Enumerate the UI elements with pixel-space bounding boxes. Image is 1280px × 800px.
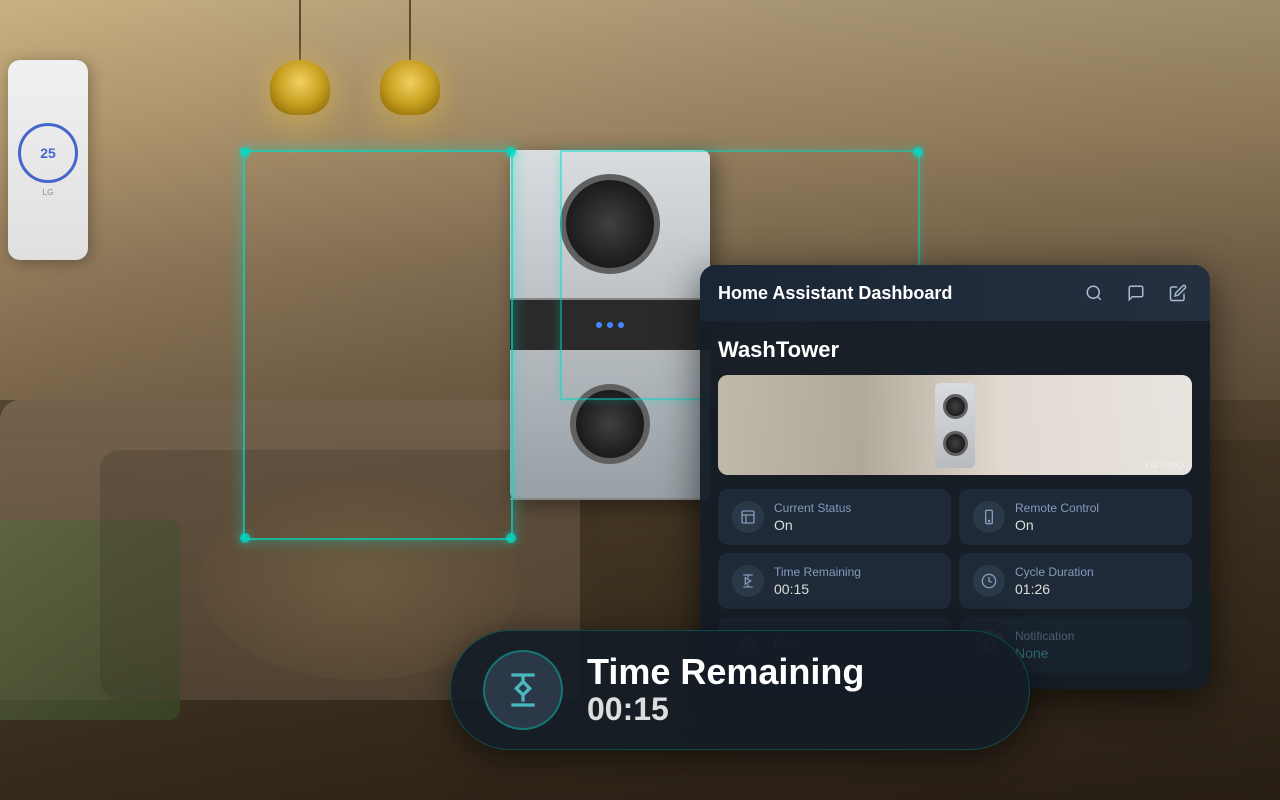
washer-bottom-unit xyxy=(510,350,710,500)
pendant-cord-right xyxy=(409,0,411,60)
cycle-duration-info: Cycle Duration 01:26 xyxy=(1015,565,1178,597)
notification-value: None xyxy=(1015,645,1178,661)
remote-control-icon xyxy=(973,501,1005,533)
current-status-info: Current Status On xyxy=(774,501,937,533)
time-remaining-icon xyxy=(732,565,764,597)
current-status-value: On xyxy=(774,517,937,533)
current-status-label: Current Status xyxy=(774,501,937,515)
time-remaining-popup[interactable]: Time Remaining 00:15 xyxy=(450,630,1030,750)
pendant-cord-left xyxy=(299,0,301,60)
ac-brand: LG xyxy=(43,188,54,197)
cycle-duration-label: Cycle Duration xyxy=(1015,565,1178,579)
washer-drum-bottom xyxy=(570,384,650,464)
remote-control-value: On xyxy=(1015,517,1178,533)
control-dot-1 xyxy=(596,322,602,328)
dashboard-title: Home Assistant Dashboard xyxy=(718,283,952,304)
washer-drum-top xyxy=(560,174,660,274)
pendant-shade-left xyxy=(270,60,330,115)
chat-icon[interactable] xyxy=(1122,279,1150,307)
washer-top-unit xyxy=(510,150,710,300)
time-remaining-value: 00:15 xyxy=(774,581,937,597)
lg-logo-badge: LG ThinQ xyxy=(1145,460,1184,470)
pendant-light-left xyxy=(270,0,330,120)
search-icon[interactable] xyxy=(1080,279,1108,307)
time-popup-title: Time Remaining xyxy=(587,652,997,692)
cycle-duration-value: 01:26 xyxy=(1015,581,1178,597)
header-icons xyxy=(1080,279,1192,307)
status-card-cycle-duration[interactable]: Cycle Duration 01:26 xyxy=(959,553,1192,609)
time-text-area: Time Remaining 00:15 xyxy=(587,652,997,729)
device-image-area: LG ThinQ xyxy=(718,375,1192,475)
ac-unit: 25 LG xyxy=(8,60,88,260)
time-remaining-info: Time Remaining 00:15 xyxy=(774,565,937,597)
device-thumbnails xyxy=(935,383,975,468)
time-popup-value: 00:15 xyxy=(587,691,997,728)
edit-icon[interactable] xyxy=(1164,279,1192,307)
pendant-light-right xyxy=(380,0,440,120)
dashboard-panel: Home Assistant Dashboard WashTower xyxy=(700,265,1210,689)
dashboard-header: Home Assistant Dashboard xyxy=(700,265,1210,321)
status-card-time-remaining[interactable]: Time Remaining 00:15 xyxy=(718,553,951,609)
remote-control-label: Remote Control xyxy=(1015,501,1178,515)
washtower-appliance xyxy=(510,150,710,500)
pendant-shade-right xyxy=(380,60,440,115)
notification-label: Notification xyxy=(1015,629,1178,643)
control-dot-3 xyxy=(618,322,624,328)
hourglass-icon xyxy=(503,670,543,710)
device-name: WashTower xyxy=(718,337,1192,363)
remote-control-info: Remote Control On xyxy=(1015,501,1178,533)
notification-info: Notification None xyxy=(1015,629,1178,661)
device-thumb-1 xyxy=(935,383,975,468)
status-card-current-status[interactable]: Current Status On xyxy=(718,489,951,545)
device-image-content xyxy=(935,383,975,468)
cycle-duration-icon xyxy=(973,565,1005,597)
status-card-remote-control[interactable]: Remote Control On xyxy=(959,489,1192,545)
time-remaining-label: Time Remaining xyxy=(774,565,937,579)
control-dot-2 xyxy=(607,322,613,328)
ac-temperature: 25 xyxy=(18,123,78,183)
washer-controls xyxy=(510,300,710,350)
current-status-icon xyxy=(732,501,764,533)
time-icon-circle xyxy=(483,650,563,730)
